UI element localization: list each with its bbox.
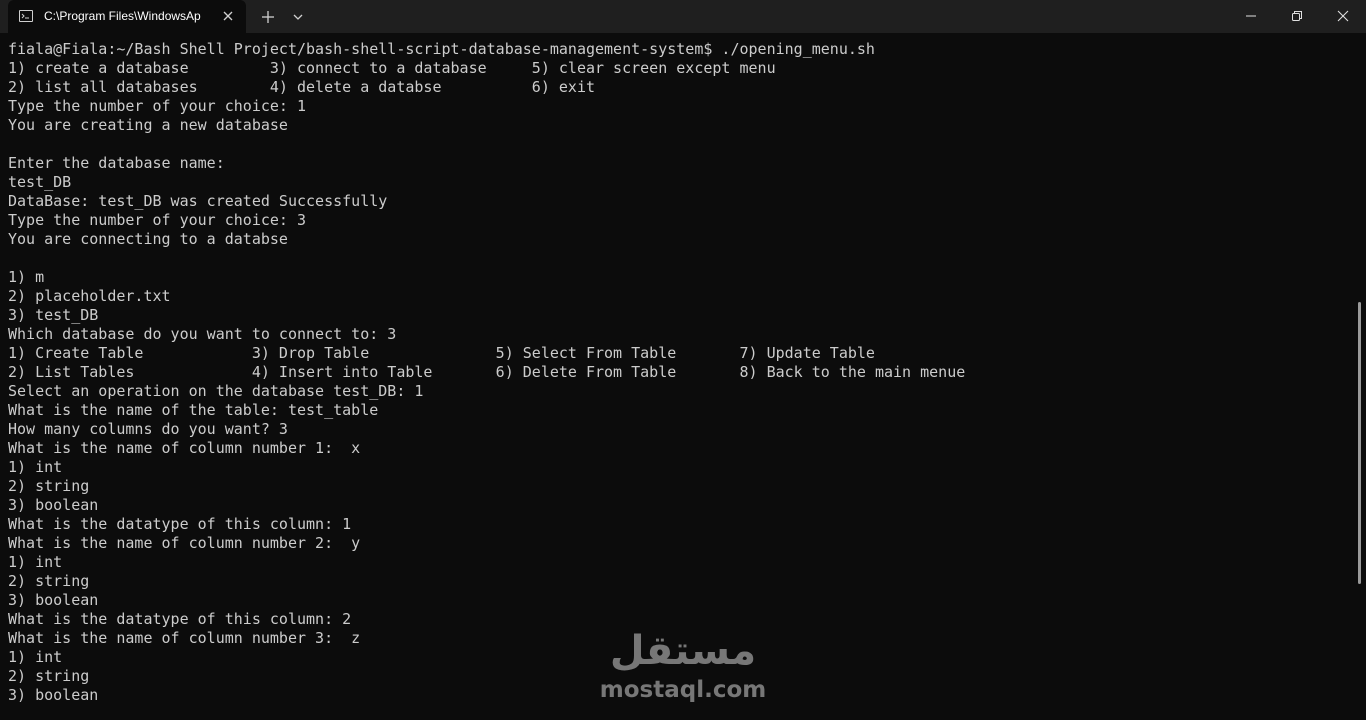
terminal-line: What is the datatype of this column: 2 (8, 610, 352, 628)
plus-icon[interactable] (259, 8, 277, 26)
terminal-output[interactable]: fiala@Fiala:~/Bash Shell Project/bash-sh… (8, 40, 1348, 720)
restore-button[interactable] (1274, 0, 1320, 32)
terminal-line: Select an operation on the database test… (8, 382, 424, 400)
terminal-line: test_DB (8, 173, 72, 191)
tab-terminal[interactable]: C:\Program Files\WindowsAp (8, 0, 246, 33)
minimize-button[interactable] (1228, 0, 1274, 32)
watermark-arabic: مستقل (609, 628, 757, 674)
terminal-line: 1) create a database 3) connect to a dat… (8, 59, 776, 77)
terminal-line: What is the datatype of this column: 1 (8, 515, 352, 533)
terminal-line: Enter the database name: (8, 154, 225, 172)
terminal-line: 2) List Tables 4) Insert into Table 6) D… (8, 363, 966, 381)
terminal-line: 2) placeholder.txt (8, 287, 171, 305)
terminal-line: Which database do you want to connect to… (8, 325, 397, 343)
terminal-line: Type the number of your choice: 1 (8, 97, 307, 115)
terminal-line: You are creating a new database (8, 116, 288, 134)
terminal-line: 3) boolean (8, 591, 99, 609)
terminal-line: 1) int (8, 553, 63, 571)
terminal-line: 2) string (8, 572, 90, 590)
terminal-line: 3) test_DB (8, 306, 99, 324)
terminal-window: C:\Program Files\WindowsAp fiala@Fiala:~… (0, 0, 1366, 720)
tab-title: C:\Program Files\WindowsAp (44, 9, 201, 23)
watermark-latin: mostaql.com (599, 677, 767, 703)
terminal-line: 1) Create Table 3) Drop Table 5) Select … (8, 344, 875, 362)
chevron-down-icon[interactable] (290, 9, 306, 25)
terminal-icon (19, 10, 33, 22)
terminal-line: 2) string (8, 477, 90, 495)
minimize-icon (1246, 15, 1256, 17)
terminal-line: 2) list all databases 4) delete a databs… (8, 78, 595, 96)
terminal-line: fiala@Fiala:~/Bash Shell Project/bash-sh… (8, 40, 875, 58)
terminal-line: 1) int (8, 458, 63, 476)
terminal-line: You are connecting to a databse (8, 230, 288, 248)
terminal-line: How many columns do you want? 3 (8, 420, 288, 438)
watermark-logo: مستقل mostaql.com (598, 628, 768, 708)
terminal-line: What is the name of column number 2: y (8, 534, 361, 552)
scrollbar[interactable] (1358, 302, 1361, 584)
close-icon[interactable] (220, 8, 236, 24)
restore-icon (1292, 11, 1302, 21)
title-bar: C:\Program Files\WindowsAp (0, 0, 1366, 33)
terminal-line: 1) m (8, 268, 45, 286)
terminal-line: 3) boolean (8, 496, 99, 514)
terminal-line: What is the name of the table: test_tabl… (8, 401, 379, 419)
close-window-button[interactable] (1320, 0, 1366, 32)
terminal-line: DataBase: test_DB was created Successful… (8, 192, 388, 210)
close-icon (1337, 10, 1349, 22)
terminal-line: Type the number of your choice: 3 (8, 211, 307, 229)
terminal-line: What is the name of column number 1: x (8, 439, 361, 457)
